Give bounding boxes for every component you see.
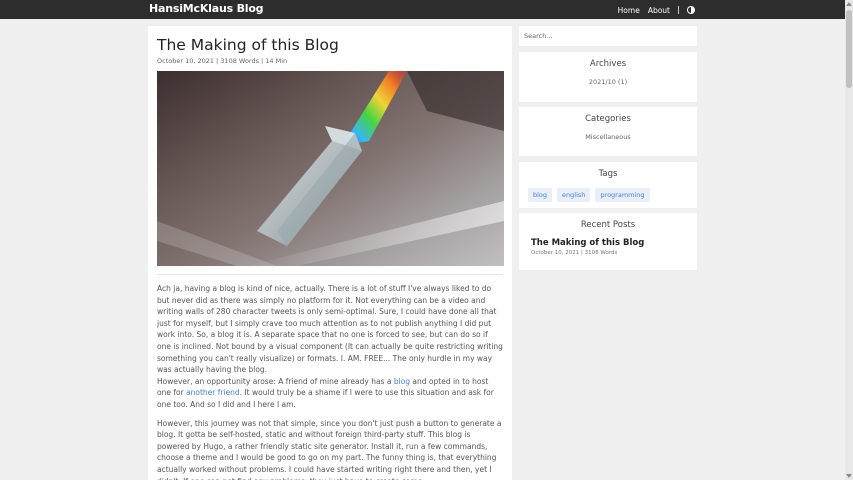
post-meta: October 10, 2021 | 3108 Words | 14 Min [157, 57, 288, 65]
categories-widget: Categories Miscellaneous [519, 107, 697, 156]
category-link[interactable]: Miscellaneous [519, 133, 697, 141]
tags-title: Tags [598, 169, 618, 179]
another-friend-link[interactable]: another friend [186, 388, 240, 397]
recent-posts-title: Recent Posts [580, 220, 636, 230]
tag-blog[interactable]: blog [528, 188, 553, 202]
nav-links: Home About [618, 4, 845, 16]
top-navbar: HansiMcKlaus Blog Home About [0, 0, 845, 19]
post-read-time: 14 Min [265, 57, 288, 65]
paragraph-2: However, an opportunity arose: A friend … [157, 376, 503, 411]
post-body: Ach ja, having a blog is kind of nice, a… [157, 283, 503, 480]
nav-home-link[interactable]: Home [618, 6, 640, 15]
recent-posts-widget: Recent Posts The Making of this Blog Oct… [519, 213, 697, 270]
nav-about-link[interactable]: About [648, 6, 670, 15]
content-divider [157, 274, 503, 275]
paragraph-3: However, this journey was not that simpl… [157, 418, 502, 480]
nav-divider [678, 6, 679, 14]
paragraph-2-text-a: However, an opportunity arose: A friend … [157, 376, 394, 386]
archives-title: Archives [589, 59, 627, 69]
scroll-up-arrow-icon[interactable] [846, 2, 852, 6]
categories-title: Categories [585, 114, 631, 124]
blog-link[interactable]: blog [394, 377, 410, 386]
post-title: The Making of this Blog [157, 36, 339, 54]
archives-widget: Archives 2021/10 (1) [519, 52, 697, 102]
scroll-down-arrow-icon[interactable] [846, 474, 852, 478]
post-article: The Making of this Blog October 10, 2021… [148, 26, 512, 480]
archive-link[interactable]: 2021/10 (1) [519, 78, 697, 86]
post-date: October 10, 2021 [157, 57, 215, 65]
tags-widget: Tags blog english programming [519, 162, 697, 208]
tag-list: blog english programming [519, 188, 697, 202]
page-scrollbar[interactable] [845, 0, 853, 480]
recent-post-meta: October 10, 2021 | 3108 Words [531, 250, 618, 256]
recent-post-link[interactable]: The Making of this Blog [519, 238, 697, 248]
tag-programming[interactable]: programming [595, 188, 650, 202]
hero-image [157, 71, 504, 266]
tag-english[interactable]: english [557, 188, 591, 202]
site-brand[interactable]: HansiMcKlaus Blog [149, 2, 264, 15]
search-input[interactable]: Search... [519, 26, 697, 46]
moon-icon[interactable] [687, 6, 695, 14]
scroll-thumb[interactable] [846, 10, 852, 88]
paragraph-1: Ach ja, having a blog is kind of nice, a… [157, 284, 503, 375]
post-word-count: 3108 Words [220, 57, 259, 65]
